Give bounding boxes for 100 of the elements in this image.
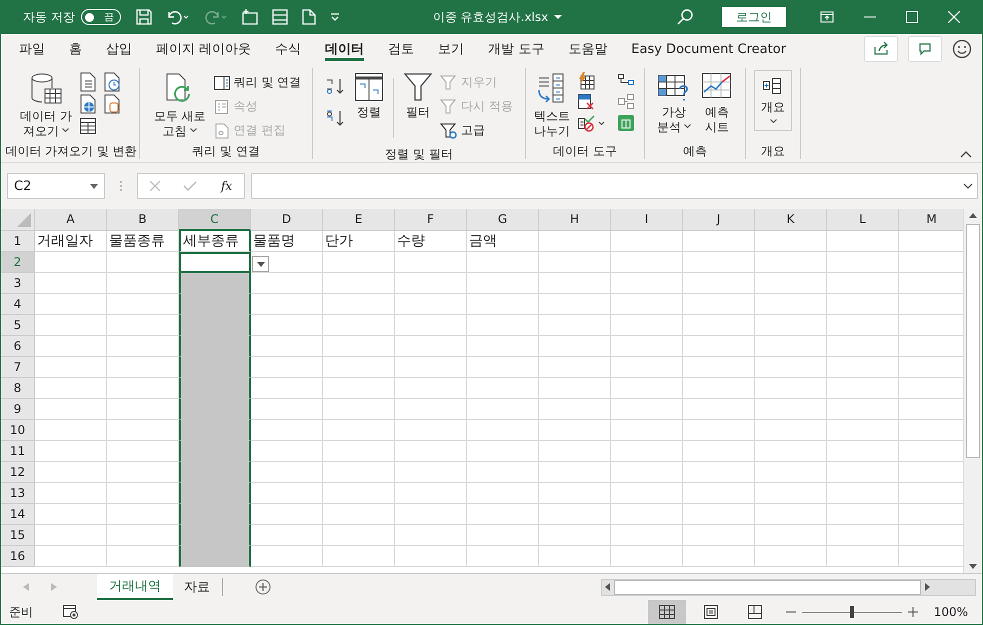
share-icon[interactable] xyxy=(864,36,898,62)
text-to-columns-button[interactable]: 텍스트 나누기 xyxy=(531,70,573,141)
grid-cell[interactable]: 수량 xyxy=(395,231,467,252)
row-header[interactable]: 10 xyxy=(1,420,35,441)
scroll-thumb[interactable] xyxy=(966,224,980,458)
row-header[interactable]: 16 xyxy=(1,546,35,567)
column-header[interactable]: J xyxy=(683,209,755,231)
row-header[interactable]: 8 xyxy=(1,378,35,399)
collapse-ribbon-icon[interactable] xyxy=(960,150,972,158)
column-header[interactable]: K xyxy=(755,209,827,231)
row-header[interactable]: 12 xyxy=(1,462,35,483)
formula-input[interactable] xyxy=(251,173,978,199)
column-header[interactable]: B xyxy=(107,209,179,231)
row-header[interactable]: 1 xyxy=(1,231,35,252)
ribbon-tab[interactable]: 보기 xyxy=(426,34,476,64)
existing-connection-icon[interactable] xyxy=(102,94,121,114)
document-icon[interactable] xyxy=(300,8,317,26)
grid-cell[interactable]: 물품종류 xyxy=(107,231,179,252)
expand-icon[interactable] xyxy=(963,183,973,189)
row-header[interactable]: 5 xyxy=(1,315,35,336)
row-header[interactable]: 11 xyxy=(1,441,35,462)
sort-button[interactable]: 정렬 xyxy=(351,70,388,122)
scroll-up-icon[interactable] xyxy=(969,213,977,218)
ribbon-command[interactable]: 고급 xyxy=(440,120,513,141)
form-icon[interactable] xyxy=(270,8,289,26)
column-header[interactable]: E xyxy=(323,209,395,231)
scroll-right-icon[interactable] xyxy=(925,583,930,591)
ribbon-tab[interactable]: 수식 xyxy=(263,34,314,64)
recent-source-icon[interactable] xyxy=(102,72,121,92)
flash-fill-icon[interactable] xyxy=(577,72,595,90)
ribbon-tab[interactable]: 파일 xyxy=(7,34,57,64)
refresh-all-button[interactable]: 모두 새로 고침 xyxy=(150,70,209,141)
column-header[interactable]: I xyxy=(611,209,683,231)
column-header[interactable]: H xyxy=(539,209,611,231)
ribbon-tab[interactable]: 홈 xyxy=(57,34,94,64)
scroll-thumb[interactable] xyxy=(614,580,921,594)
grid-cell[interactable] xyxy=(179,546,251,567)
normal-view-button[interactable] xyxy=(648,600,686,624)
text-file-icon[interactable] xyxy=(78,72,97,92)
remove-duplicates-icon[interactable] xyxy=(577,93,595,111)
grid-cell[interactable]: 물품명 xyxy=(251,231,323,252)
row-header[interactable]: 9 xyxy=(1,399,35,420)
horizontal-scrollbar[interactable] xyxy=(601,578,976,596)
ribbon-display-icon[interactable] xyxy=(820,11,834,23)
login-button[interactable]: 로그인 xyxy=(722,7,786,27)
column-header[interactable]: D xyxy=(251,209,323,231)
grid-cell[interactable]: 단가 xyxy=(323,231,395,252)
row-header[interactable]: 4 xyxy=(1,294,35,315)
ribbon-tab[interactable]: 개발 도구 xyxy=(476,34,556,64)
column-header[interactable]: G xyxy=(467,209,539,231)
zoom-in-icon[interactable] xyxy=(908,607,918,617)
search-icon[interactable] xyxy=(676,8,694,26)
enter-icon[interactable] xyxy=(183,181,198,191)
row-header[interactable]: 6 xyxy=(1,336,35,357)
ribbon-tab[interactable]: 검토 xyxy=(376,34,426,64)
ribbon-tab[interactable]: 도움말 xyxy=(556,34,620,64)
ribbon-tab[interactable]: 삽입 xyxy=(94,34,144,64)
maximize-icon[interactable] xyxy=(906,11,918,23)
zoom-slider[interactable] xyxy=(802,606,902,618)
ribbon-tab[interactable]: 페이지 레이아웃 xyxy=(144,34,264,64)
new-sheet-icon[interactable] xyxy=(240,8,259,26)
dropdown-button[interactable] xyxy=(252,256,269,272)
add-sheet-icon[interactable] xyxy=(255,579,271,595)
scroll-down-icon[interactable] xyxy=(969,564,977,569)
ribbon-tab[interactable]: 데이터 xyxy=(313,34,376,64)
row-header[interactable]: 7 xyxy=(1,357,35,378)
grid-cell[interactable]: 금액 xyxy=(467,231,539,252)
column-header[interactable]: C xyxy=(179,209,251,231)
autosave-toggle[interactable]: 끔 xyxy=(80,9,121,25)
select-all-button[interactable] xyxy=(1,209,35,231)
caret-icon[interactable] xyxy=(554,14,562,20)
grid-cell[interactable]: 거래일자 xyxy=(35,231,107,252)
insert-function-button[interactable]: fx xyxy=(220,179,232,193)
outline-button[interactable]: 개요 xyxy=(754,70,792,131)
customize-icon[interactable] xyxy=(328,12,341,22)
column-header[interactable]: A xyxy=(35,209,107,231)
minimize-icon[interactable] xyxy=(864,16,876,18)
column-header[interactable]: M xyxy=(899,209,963,231)
column-header[interactable]: F xyxy=(395,209,467,231)
next-sheet-icon[interactable] xyxy=(51,583,57,591)
macro-recording-icon[interactable] xyxy=(63,605,79,619)
get-data-button[interactable]: 데이터 가 져오기 xyxy=(17,70,75,141)
what-if-analysis-button[interactable]: 가상 분석 xyxy=(654,70,694,137)
scroll-left-icon[interactable] xyxy=(605,583,610,591)
comment-icon[interactable] xyxy=(908,36,942,62)
column-header[interactable]: L xyxy=(827,209,899,231)
name-box[interactable]: C2 xyxy=(7,173,105,199)
close-icon[interactable] xyxy=(948,11,960,23)
ribbon-tab[interactable]: Easy Document Creator xyxy=(619,34,798,64)
row-header[interactable]: 14 xyxy=(1,504,35,525)
smiley-icon[interactable] xyxy=(952,39,972,59)
save-icon[interactable] xyxy=(134,8,153,26)
web-source-icon[interactable] xyxy=(78,94,97,114)
row-header[interactable]: 13 xyxy=(1,483,35,504)
previous-sheet-icon[interactable] xyxy=(23,583,29,591)
grid-cell[interactable] xyxy=(179,273,251,294)
table-icon[interactable] xyxy=(78,116,97,136)
ribbon-command[interactable]: 쿼리 및 연결 xyxy=(212,72,302,93)
sheet-tab[interactable]: 자료 xyxy=(172,578,223,596)
filter-button[interactable]: 필터 xyxy=(400,70,436,122)
